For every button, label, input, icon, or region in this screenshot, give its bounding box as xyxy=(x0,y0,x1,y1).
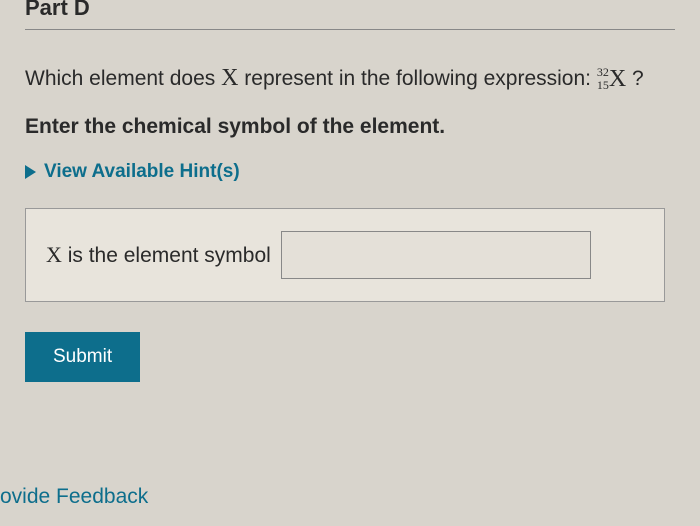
nuclide-numbers: 3215 xyxy=(597,66,609,92)
submit-button[interactable]: Submit xyxy=(25,332,140,382)
q-suffix: ? xyxy=(626,67,644,90)
nuclide-symbol: X xyxy=(609,66,626,92)
answer-label-var: X xyxy=(46,242,62,267)
nuclide-atomic: 15 xyxy=(597,79,609,92)
hints-label: View Available Hint(s) xyxy=(44,161,240,183)
answer-box: X is the element symbol xyxy=(25,208,665,302)
q-middle: represent in the following expression: xyxy=(238,67,596,90)
q-variable: X xyxy=(221,65,238,91)
q-prefix: Which element does xyxy=(25,67,221,90)
question-text: Which element does X represent in the fo… xyxy=(25,60,675,97)
answer-label-rest: is the element symbol xyxy=(62,244,271,267)
part-header: Part D xyxy=(25,0,675,21)
provide-feedback-link[interactable]: ovide Feedback xyxy=(0,485,148,509)
nuclide-expression: 3215X xyxy=(597,61,626,97)
answer-label: X is the element symbol xyxy=(46,242,271,268)
answer-input[interactable] xyxy=(281,231,591,279)
divider xyxy=(25,29,675,30)
instruction-text: Enter the chemical symbol of the element… xyxy=(25,115,675,139)
hints-toggle[interactable]: View Available Hint(s) xyxy=(25,161,675,183)
caret-right-icon xyxy=(25,165,36,179)
